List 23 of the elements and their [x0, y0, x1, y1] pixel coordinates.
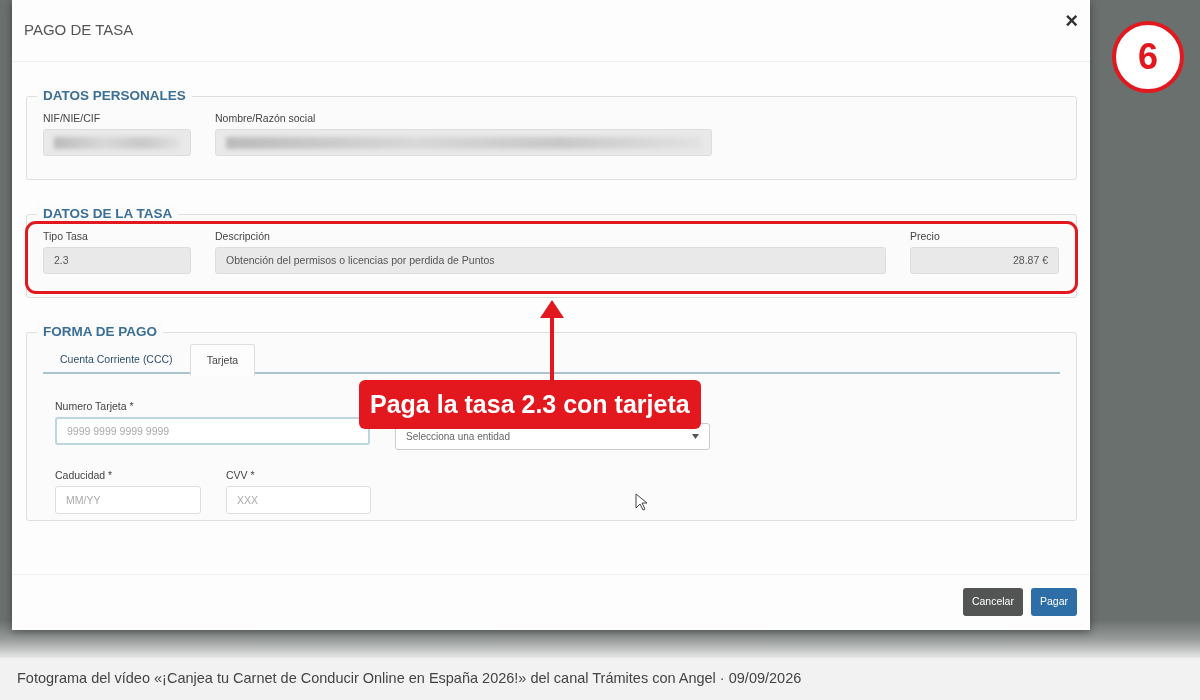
field-label: Precio — [910, 229, 941, 243]
caret-icon — [692, 434, 699, 439]
field-label: Tipo Tasa — [43, 229, 89, 243]
tab[interactable]: Cuenta Corriente (CCC) — [43, 344, 190, 374]
cursor-icon — [635, 493, 647, 511]
input-field[interactable]: XXX — [226, 486, 371, 514]
input-field[interactable]: MM/YY — [55, 486, 201, 514]
tab[interactable]: Tarjeta — [189, 344, 256, 376]
field-label: Caducidad * — [55, 468, 114, 482]
dialog-title: PAGO DE TASA — [24, 20, 134, 41]
input-field[interactable]: 9999 9999 9999 9999 — [55, 417, 370, 445]
pay-button[interactable]: Pagar — [1030, 588, 1077, 616]
arrow-icon — [540, 300, 564, 380]
caption: Fotograma del vídeo «¡Canjea tu Carnet de Conducir Online en España 2026!» del canal Trámites con Angel · 09/09/2026 — [16, 669, 803, 689]
close-button[interactable]: × — [1065, 9, 1078, 32]
field-label: Descripción — [215, 229, 271, 243]
field-label: NIF/NIE/CIF — [43, 111, 102, 125]
field-label: Numero Tarjeta * — [55, 399, 135, 413]
field-label: CVV * — [226, 468, 256, 482]
callout-tooltip: Paga la tasa 2.3 con tarjeta — [359, 380, 701, 429]
field-label: Nombre/Razón social — [215, 111, 317, 125]
cancel-button[interactable]: Cancelar — [962, 588, 1023, 616]
price-field: 28.87 € — [910, 247, 1059, 274]
